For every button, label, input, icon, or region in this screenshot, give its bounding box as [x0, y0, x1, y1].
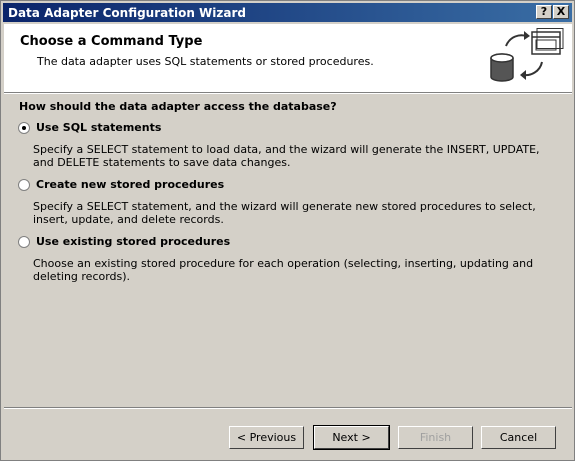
header-divider [4, 92, 572, 94]
radio-use-sql-statements[interactable] [18, 122, 30, 134]
footer-divider [4, 407, 572, 409]
radio-use-existing-stored-procedures[interactable] [18, 236, 30, 248]
database-sync-icon [490, 28, 564, 82]
cancel-button[interactable]: Cancel [481, 426, 556, 449]
previous-button[interactable]: < Previous [229, 426, 304, 449]
option-label[interactable]: Create new stored procedures [36, 178, 224, 191]
title-bar[interactable]: Data Adapter Configuration Wizard ? X [3, 3, 572, 22]
page-subtitle: The data adapter uses SQL statements or … [37, 55, 374, 68]
close-button[interactable]: X [553, 5, 569, 19]
option-label[interactable]: Use SQL statements [36, 121, 161, 134]
wizard-window: Data Adapter Configuration Wizard ? X Ch… [0, 0, 575, 461]
wizard-header: Choose a Command Type The data adapter u… [4, 24, 572, 92]
window-title: Data Adapter Configuration Wizard [8, 6, 246, 20]
option-label[interactable]: Use existing stored procedures [36, 235, 230, 248]
question-label: How should the data adapter access the d… [19, 100, 337, 113]
option-description: Specify a SELECT statement, and the wiza… [33, 200, 536, 226]
page-title: Choose a Command Type [20, 34, 203, 49]
next-button[interactable]: Next > [313, 425, 390, 450]
radio-create-new-stored-procedures[interactable] [18, 179, 30, 191]
help-button[interactable]: ? [536, 5, 552, 19]
option-description: Choose an existing stored procedure for … [33, 257, 534, 283]
finish-button: Finish [398, 426, 473, 449]
option-description: Specify a SELECT statement to load data,… [33, 143, 540, 169]
